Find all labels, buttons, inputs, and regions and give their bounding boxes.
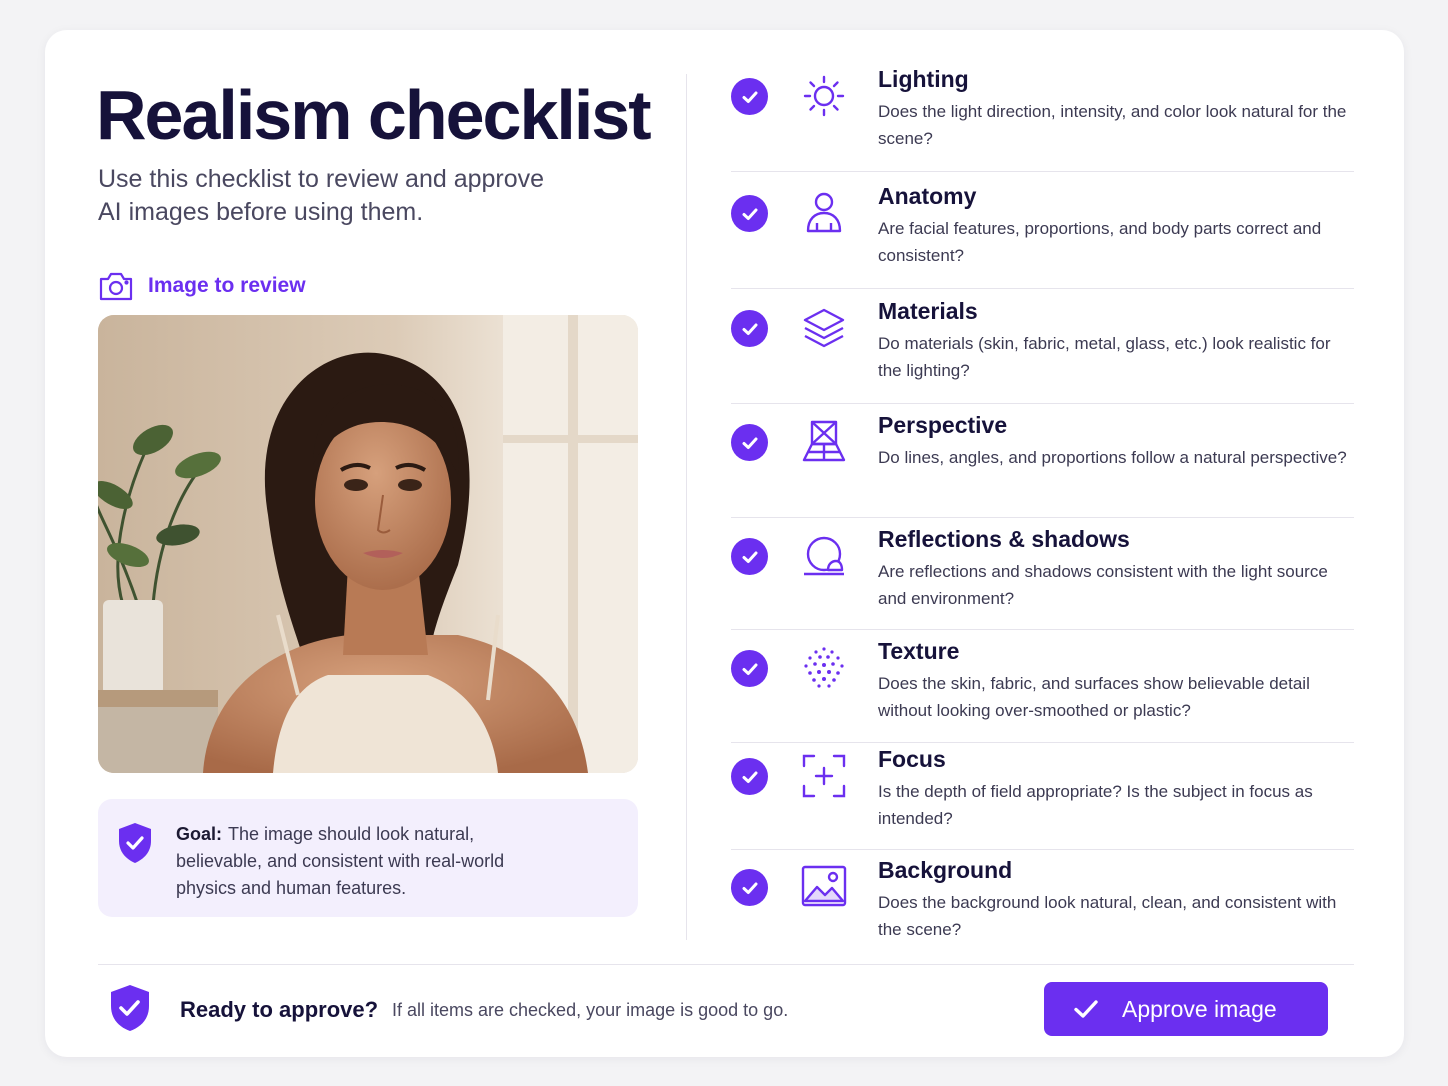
item-description: Are reflections and shadows consistent w…: [878, 562, 1328, 608]
goal-text: Goal: The image should look natural, beli…: [176, 821, 536, 902]
checkmark-icon: [742, 771, 757, 783]
portrait-photo: [98, 315, 638, 773]
focus-icon: [800, 752, 848, 800]
ready-to-approve-subtitle: If all items are checked, your image is …: [392, 1000, 789, 1020]
image-to-review-label: Image to review: [98, 270, 306, 302]
checkbox-checked[interactable]: [731, 650, 768, 687]
footer-divider: [98, 964, 1354, 965]
camera-icon: [99, 272, 133, 301]
item-description: Do materials (skin, fabric, metal, glass…: [878, 334, 1331, 380]
goal-label: Goal:: [176, 824, 223, 844]
checkbox-checked[interactable]: [731, 310, 768, 347]
checkbox-checked[interactable]: [731, 758, 768, 795]
page-title: Realism checklist: [96, 76, 652, 154]
item-divider: [731, 288, 1354, 289]
item-description: Does the background look natural, clean,…: [878, 893, 1337, 939]
item-title: Materials: [878, 298, 978, 324]
checkbox-checked[interactable]: [731, 195, 768, 232]
image-to-review-text: Image to review: [148, 274, 306, 297]
dots-texture-icon: [800, 644, 848, 692]
item-title: Focus: [878, 746, 946, 772]
checkmark-icon: [742, 208, 757, 220]
shield-check-icon: [119, 823, 151, 863]
goal-box: Goal: The image should look natural, beli…: [98, 799, 638, 917]
item-title: Background: [878, 857, 1013, 883]
checkbox-checked[interactable]: [731, 78, 768, 115]
item-description: Does the light direction, intensity, and…: [878, 102, 1347, 148]
checkbox-checked[interactable]: [731, 538, 768, 575]
item-description: Does the skin, fabric, and surfaces show…: [878, 674, 1310, 720]
checkmark-icon: [742, 91, 757, 103]
item-divider: [731, 742, 1354, 743]
item-description: Are facial features, proportions, and bo…: [878, 219, 1322, 265]
checkbox-checked[interactable]: [731, 424, 768, 461]
approve-button-label: Approve image: [1122, 995, 1277, 1022]
item-divider: [731, 403, 1354, 404]
item-description: Do lines, angles, and proportions follow…: [878, 448, 1347, 467]
checkmark-icon: [742, 882, 757, 894]
perspective-icon: [800, 418, 848, 466]
item-title: Texture: [878, 638, 960, 664]
approve-image-button[interactable]: Approve image: [1044, 982, 1328, 1036]
item-divider: [731, 171, 1354, 172]
item-title: Perspective: [878, 412, 1008, 438]
sun-icon: [800, 72, 848, 120]
item-title: Lighting: [878, 66, 969, 92]
item-title: Anatomy: [878, 183, 977, 209]
item-description: Is the depth of field appropriate? Is th…: [878, 782, 1313, 828]
ready-to-approve-title: Ready to approve?: [180, 997, 379, 1022]
item-divider: [731, 629, 1354, 630]
sphere-shadow-icon: [800, 532, 848, 580]
goal-description: The image should look natural, believabl…: [176, 824, 505, 898]
item-divider: [731, 849, 1354, 850]
checkbox-checked[interactable]: [731, 869, 768, 906]
checkmark-icon: [742, 437, 757, 449]
column-divider: [686, 74, 687, 940]
checkmark-icon: [742, 551, 757, 563]
layers-icon: [800, 304, 848, 352]
checkmark-icon: [742, 323, 757, 335]
item-divider: [731, 517, 1354, 518]
checkmark-icon: [1074, 1000, 1098, 1018]
image-icon: [800, 863, 848, 911]
checkmark-icon: [742, 663, 757, 675]
review-image[interactable]: [98, 315, 638, 773]
person-icon: [800, 189, 848, 237]
shield-check-icon: [111, 985, 149, 1031]
page-subtitle: Use this checklist to review and approve…: [98, 165, 545, 226]
item-title: Reflections & shadows: [878, 526, 1130, 552]
